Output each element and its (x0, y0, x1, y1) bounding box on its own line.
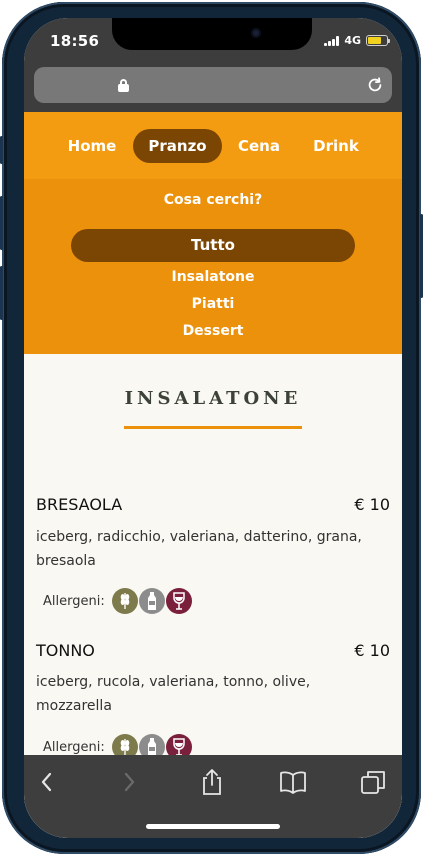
status-bar: 18:56 4G (24, 18, 402, 62)
phone-side-button (0, 136, 3, 164)
browser-address-area (24, 62, 402, 112)
filter-option-insalatone[interactable]: Insalatone (24, 269, 402, 285)
gluten-icon (111, 588, 138, 614)
network-label: 4G (344, 34, 361, 47)
back-icon[interactable] (32, 767, 62, 797)
share-icon[interactable] (197, 767, 227, 797)
camera-icon (251, 28, 261, 38)
notch (112, 18, 312, 50)
dish-description: iceberg, rucola, valeriana, tonno, olive… (36, 670, 396, 718)
signal-icon (324, 35, 340, 46)
sulphites-icon (165, 588, 192, 614)
dish-description-line: iceberg, radicchio, valeriana, datterino… (36, 529, 362, 545)
allergens-label: Allergeni: (43, 593, 105, 609)
forward-icon[interactable] (114, 767, 144, 797)
lactose-icon (138, 588, 165, 614)
dish-description-line: mozzarella (36, 698, 112, 714)
dish-name: BRESAOLA (36, 495, 123, 514)
phone-volume-up (0, 196, 3, 250)
status-time: 18:56 (50, 32, 100, 50)
allergens-row: Allergeni: (43, 588, 193, 614)
bookmarks-icon[interactable] (278, 767, 308, 797)
lock-icon (118, 79, 129, 92)
nav-item-home[interactable]: Home (60, 129, 124, 163)
reload-icon[interactable] (366, 76, 384, 94)
dish-description-line: bresaola (36, 553, 96, 569)
phone-volume-down (0, 266, 3, 320)
dish-description-line: iceberg, rucola, valeriana, tonno, olive… (36, 674, 311, 690)
nav-item-drink[interactable]: Drink (304, 129, 368, 163)
address-bar[interactable] (34, 67, 392, 103)
dish-price: € 10 (354, 495, 390, 514)
section-title: INSALATONE (124, 388, 302, 409)
status-indicators: 4G (324, 34, 390, 47)
filter-question: Cosa cerchi? (163, 192, 263, 208)
screen: 18:56 4G Home Pranzo Cena Drink Cosa cer… (24, 18, 402, 838)
dish-name: TONNO (36, 641, 95, 660)
battery-icon (366, 35, 390, 46)
nav-item-pranzo[interactable]: Pranzo (133, 129, 222, 163)
dish-price: € 10 (354, 641, 390, 660)
section-title-underline (124, 426, 302, 429)
tabs-icon[interactable] (358, 767, 388, 797)
nav-item-cena[interactable]: Cena (231, 129, 287, 163)
allergens-label: Allergeni: (43, 739, 105, 755)
filter-option-tutto[interactable]: Tutto (71, 229, 355, 262)
dish-description: iceberg, radicchio, valeriana, datterino… (36, 525, 396, 573)
home-indicator[interactable] (146, 824, 280, 829)
filter-option-dessert[interactable]: Dessert (24, 323, 402, 339)
filter-option-piatti[interactable]: Piatti (24, 296, 402, 312)
main-nav: Home Pranzo Cena Drink (24, 112, 402, 179)
category-filter: Cosa cerchi? Tutto Insalatone Piatti Des… (24, 179, 402, 354)
browser-toolbar (24, 755, 402, 838)
